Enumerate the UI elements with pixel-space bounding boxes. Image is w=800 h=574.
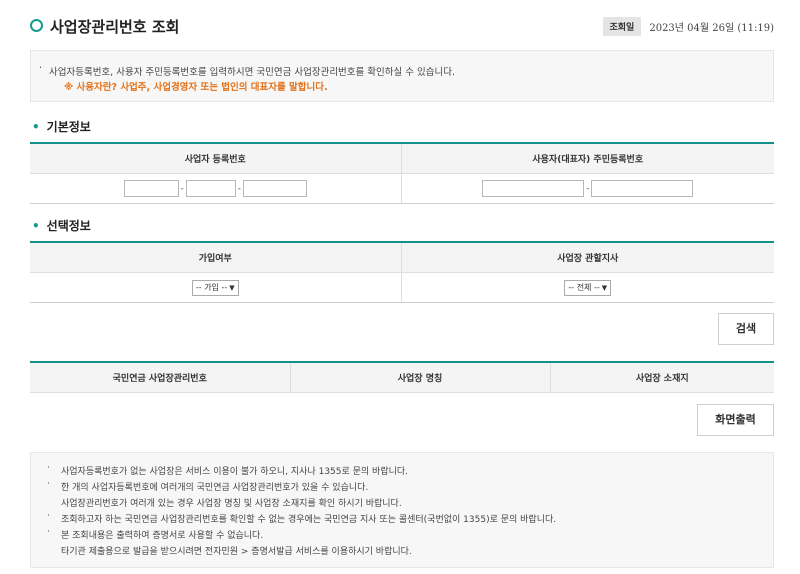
footer-note: · 사업자등록번호가 없는 사업장은 서비스 이용이 불가 하오니, 지사나 13…	[47, 463, 409, 477]
join-status-select[interactable]: -- 가입 -- ▼	[191, 279, 239, 296]
notice-warning: ※ 사용자란? 사업주, 사업경영자 또는 법인의 대표자를 말합니다.	[64, 82, 328, 93]
bullet-icon: ·	[47, 511, 50, 521]
bullet-icon: ·	[47, 527, 50, 537]
basic-info-table: 사업자 등록번호 사용자(대표자) 주민등록번호 -- -	[30, 142, 774, 204]
footer-note: · 조회하고자 하는 국민연금 사업장관리번호를 확인할 수 없는 경우에는 국민…	[47, 511, 557, 525]
footer-note-text: 본 조회내용은 출력하여 증명서로 사용할 수 없습니다.	[61, 531, 264, 541]
bullet-icon: ·	[47, 463, 50, 473]
branch-value: -- 전체 --	[568, 282, 600, 292]
info-notice-box: · 사업자등록번호, 사용자 주민등록번호를 입력하시면 국민연금 사업장관리번…	[30, 50, 774, 102]
print-button[interactable]: 화면출력	[697, 404, 774, 436]
circle-bullet-icon	[30, 19, 43, 32]
section-bullet-icon: •	[32, 219, 40, 233]
business-address-header: 사업장 소재지	[549, 361, 774, 393]
page-header: 사업장관리번호 조회 조회일 2023년 04월 26일 (11:19)	[30, 14, 774, 38]
section-bullet-icon: •	[32, 120, 40, 134]
footer-note: · 한 개의 사업자등록번호에 여러개의 국민연금 사업장관리번호가 있을 수 있…	[47, 479, 369, 493]
select-info-title: 선택정보	[46, 219, 91, 233]
owner-id-front-input[interactable]	[482, 180, 585, 197]
footer-note-continued: 사업장관리번호가 여러개 있는 경우 사업장 명칭 및 사업장 소재지를 확인 …	[61, 499, 402, 509]
page-title: 사업장관리번호 조회	[50, 18, 180, 36]
dash-separator: -	[180, 183, 184, 194]
footer-note-text: 사업자등록번호가 없는 사업장은 서비스 이용이 불가 하오니, 지사나 135…	[61, 467, 409, 477]
bullet-icon: ·	[47, 479, 50, 489]
query-date: 조회일 2023년 04월 26일 (11:19)	[602, 17, 774, 36]
select-info-heading: • 선택정보	[32, 217, 91, 234]
business-number-header: 사업자 등록번호	[30, 142, 401, 174]
bullet-icon: ·	[39, 63, 43, 74]
search-button[interactable]: 검색	[718, 313, 774, 345]
footer-notes: · 사업자등록번호가 없는 사업장은 서비스 이용이 불가 하오니, 지사나 13…	[30, 452, 774, 568]
join-status-cell: -- 가입 -- ▼	[30, 272, 401, 303]
basic-info-heading: • 기본정보	[32, 118, 91, 135]
dash-separator: -	[586, 183, 590, 194]
footer-note-continued: 타기관 제출용으로 발급을 받으시려면 전자민원 > 증명서발급 서비스를 이용…	[61, 547, 412, 557]
results-table: 국민연금 사업장관리번호 사업장 명칭 사업장 소재지	[30, 361, 774, 393]
business-number-part3-input[interactable]	[243, 180, 307, 197]
management-number-header: 국민연금 사업장관리번호	[30, 361, 290, 393]
basic-info-title: 기본정보	[46, 120, 91, 134]
query-date-label: 조회일	[602, 17, 642, 36]
footer-note-text: 조회하고자 하는 국민연금 사업장관리번호를 확인할 수 없는 경우에는 국민연…	[61, 515, 557, 525]
business-number-part1-input[interactable]	[123, 180, 179, 197]
footer-note-text: 한 개의 사업자등록번호에 여러개의 국민연금 사업장관리번호가 있을 수 있습…	[61, 483, 369, 493]
chevron-down-icon: ▼	[601, 283, 608, 292]
business-name-header: 사업장 명칭	[289, 361, 550, 393]
footer-note: · 본 조회내용은 출력하여 증명서로 사용할 수 없습니다.	[47, 527, 264, 541]
owner-id-cell: -	[400, 173, 774, 204]
business-number-cell: --	[30, 173, 401, 204]
branch-header: 사업장 관할지사	[400, 241, 774, 273]
chevron-down-icon: ▼	[229, 283, 235, 292]
owner-id-header: 사용자(대표자) 주민등록번호	[400, 142, 774, 174]
branch-select[interactable]: -- 전체 -- ▼	[564, 279, 612, 296]
dash-separator: -	[237, 183, 241, 194]
join-status-value: -- 가입 --	[195, 282, 228, 292]
business-number-part2-input[interactable]	[185, 180, 236, 197]
query-date-value: 2023년 04월 26일 (11:19)	[649, 23, 774, 34]
notice-line: · 사업자등록번호, 사용자 주민등록번호를 입력하시면 국민연금 사업장관리번…	[39, 63, 456, 78]
select-info-table: 가입여부 사업장 관할지사 -- 가입 -- ▼ -- 전체 -- ▼	[30, 241, 774, 303]
owner-id-back-input[interactable]	[591, 180, 694, 197]
notice-text: 사업자등록번호, 사용자 주민등록번호를 입력하시면 국민연금 사업장관리번호를…	[49, 67, 456, 78]
join-status-header: 가입여부	[30, 241, 401, 273]
branch-cell: -- 전체 -- ▼	[400, 272, 774, 303]
